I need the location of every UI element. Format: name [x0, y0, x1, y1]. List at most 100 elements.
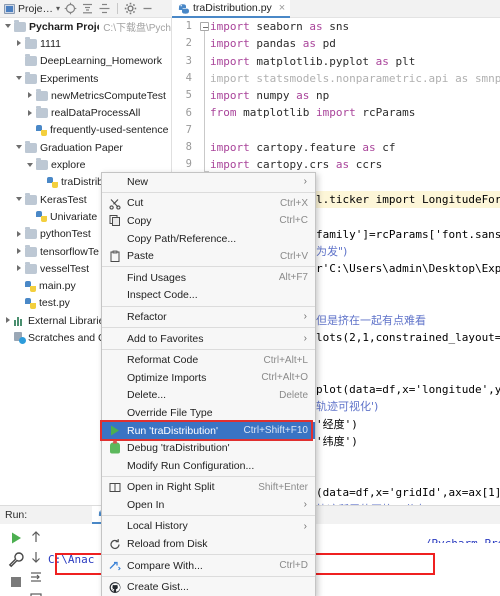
- code-line: plot(data=df,x='longitude',y=: [316, 383, 500, 396]
- code-line: r'C:\Users\admin\Desktop\Expe: [316, 262, 500, 276]
- tree-expand-arrow-icon[interactable]: [14, 73, 25, 84]
- python-file-icon: [36, 124, 47, 136]
- tree-item[interactable]: realDataProcessAll: [0, 104, 171, 121]
- close-icon[interactable]: ×: [279, 2, 285, 14]
- tree-item[interactable]: Pycharm Project C:\下载盘\Pych: [0, 18, 171, 35]
- tree-item[interactable]: 1111: [0, 35, 171, 52]
- tree-expand-arrow-icon[interactable]: [3, 21, 14, 32]
- menu-item[interactable]: Delete... Delete: [102, 387, 315, 405]
- compare-icon: [108, 559, 121, 572]
- chevron-down-icon: ▾: [56, 4, 61, 13]
- soft-wrap-icon[interactable]: [28, 569, 44, 585]
- menu-item[interactable]: Open In ›: [102, 496, 315, 514]
- folder-icon: [36, 88, 48, 101]
- rerun-play-icon[interactable]: [8, 530, 24, 546]
- tree-expand-arrow-icon[interactable]: [14, 263, 25, 274]
- menu-separator: [102, 266, 315, 268]
- menu-item-label: Open In: [127, 498, 165, 511]
- menu-item-shortcut: Ctrl+Alt+O: [261, 372, 308, 384]
- menu-item[interactable]: New ›: [102, 173, 315, 191]
- folder-icon: [36, 106, 48, 119]
- menu-item[interactable]: Paste Ctrl+V: [102, 247, 315, 265]
- folder-icon: [25, 244, 37, 257]
- project-view-label: Proje…: [18, 2, 54, 15]
- menu-item[interactable]: Local History ›: [102, 518, 315, 536]
- tree-item-label: Graduation Paper: [40, 141, 123, 154]
- menu-item[interactable]: Compare With... Ctrl+D: [102, 557, 315, 575]
- project-toolbar: Proje… ▾: [0, 0, 172, 18]
- file-context-menu[interactable]: New › Cut Ctrl+X Copy Ctrl+C Copy Path/Referen…: [100, 172, 316, 596]
- menu-item-label: Find Usages: [127, 271, 186, 284]
- menu-item-shortcut: Ctrl+V: [279, 250, 308, 262]
- stop-icon[interactable]: [8, 574, 24, 590]
- tree-expand-arrow-icon[interactable]: [3, 315, 14, 326]
- menu-item-label: Delete...: [127, 389, 167, 402]
- menu-item[interactable]: Cut Ctrl+X: [102, 195, 315, 213]
- collapse-all-icon[interactable]: [81, 2, 94, 15]
- menu-item[interactable]: Open in Right Split Shift+Enter: [102, 479, 315, 497]
- tree-expand-arrow-icon[interactable]: [14, 38, 25, 49]
- menu-item[interactable]: Create Gist...: [102, 578, 315, 596]
- print-icon[interactable]: [28, 589, 44, 596]
- menu-item[interactable]: Find Usages Alt+F7: [102, 269, 315, 287]
- tree-expand-arrow-icon[interactable]: [25, 108, 36, 119]
- menu-item[interactable]: Refactor ›: [102, 308, 315, 326]
- menu-item[interactable]: Copy Ctrl+C: [102, 212, 315, 230]
- menu-item[interactable]: Run 'traDistribution' Ctrl+Shift+F10: [100, 419, 315, 441]
- tree-item[interactable]: frequently-used-sentence: [0, 122, 171, 139]
- menu-item-shortcut: Alt+F7: [278, 272, 308, 284]
- tree-item[interactable]: Experiments: [0, 70, 171, 87]
- project-view-button[interactable]: Proje… ▾: [4, 3, 60, 15]
- python-file-icon: [25, 280, 36, 292]
- menu-item-label: Debug 'traDistribution': [127, 442, 230, 455]
- menu-item[interactable]: Reformat Code Ctrl+Alt+L: [102, 351, 315, 369]
- tree-item[interactable]: DeepLearning_Homework: [0, 53, 171, 70]
- menu-item-label: Paste: [127, 250, 154, 263]
- tree-item-label: test.py: [39, 297, 70, 310]
- hide-icon[interactable]: [141, 2, 154, 15]
- code-line: import pandas as pd: [210, 37, 336, 51]
- menu-item-label: Local History: [127, 520, 188, 533]
- menu-item[interactable]: Reload from Disk: [102, 535, 315, 553]
- tree-expand-arrow-icon[interactable]: [14, 246, 25, 257]
- editor-tab-bar: traDistribution.py ×: [172, 0, 500, 18]
- tree-item[interactable]: Graduation Paper: [0, 139, 171, 156]
- menu-item[interactable]: Add to Favorites ›: [102, 330, 315, 348]
- tree-item-label: pythonTest: [40, 228, 91, 241]
- menu-item[interactable]: Override File Type: [102, 404, 315, 422]
- menu-item[interactable]: Optimize Imports Ctrl+Alt+O: [102, 369, 315, 387]
- tree-item[interactable]: newMetricsComputeTest: [0, 87, 171, 104]
- console-path-end: /Pycharm Project/Graduation: [425, 537, 500, 543]
- menu-item[interactable]: Inspect Code...: [102, 287, 315, 305]
- scroll-down-icon[interactable]: [28, 549, 44, 565]
- scratches-icon: [14, 332, 26, 345]
- tree-expand-arrow-icon[interactable]: [25, 160, 36, 171]
- menu-item[interactable]: Debug 'traDistribution': [102, 439, 315, 457]
- tree-expand-arrow-icon[interactable]: [14, 229, 25, 240]
- tab-traDistribution[interactable]: traDistribution.py ×: [172, 0, 291, 18]
- menu-item-shortcut: Ctrl+D: [279, 560, 308, 572]
- scroll-up-icon[interactable]: [28, 529, 44, 545]
- line-number: 1: [185, 20, 192, 32]
- menu-item-shortcut: Ctrl+Shift+F10: [243, 425, 308, 437]
- folder-icon: [36, 158, 48, 171]
- line-number: 5: [185, 89, 192, 102]
- expand-selection-icon[interactable]: [98, 2, 111, 15]
- settings-gear-icon[interactable]: [124, 2, 137, 15]
- folder-icon: [25, 71, 37, 84]
- menu-item-label: Copy Path/Reference...: [127, 232, 237, 245]
- menu-item[interactable]: Modify Run Configuration...: [102, 457, 315, 475]
- tree-expand-arrow-icon[interactable]: [25, 90, 36, 101]
- tree-expand-arrow-icon[interactable]: [14, 194, 25, 205]
- python-file-icon: [47, 176, 58, 188]
- settings-wrench-icon[interactable]: [8, 552, 24, 568]
- tree-expand-arrow-icon[interactable]: [14, 142, 25, 153]
- locate-icon[interactable]: [64, 2, 77, 15]
- fold-collapse-icon[interactable]: [200, 22, 209, 31]
- line-number: 6: [185, 106, 192, 119]
- menu-separator: [102, 515, 315, 517]
- menu-item[interactable]: Copy Path/Reference...: [102, 230, 315, 248]
